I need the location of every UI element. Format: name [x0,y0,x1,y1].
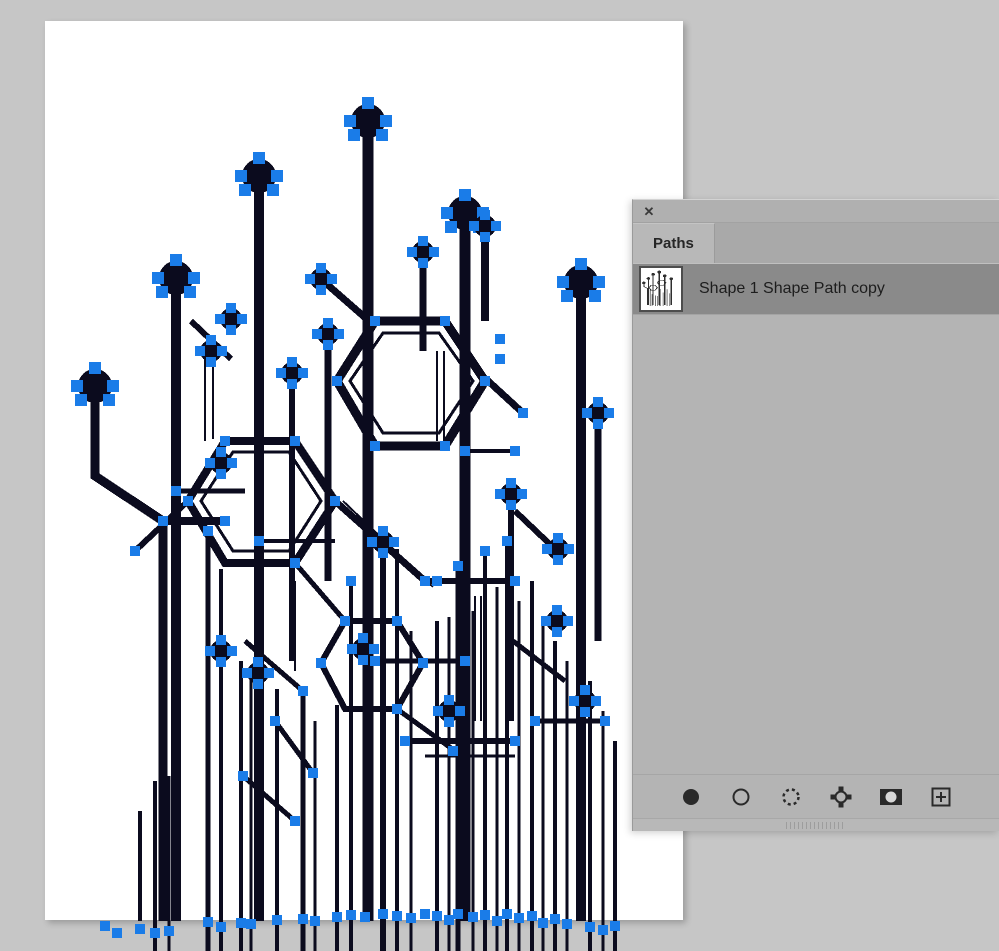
path-artwork [71,97,620,951]
paths-panel: ✕ Paths Shape 1 Shape Path copy [632,199,999,831]
circle-outline-icon [732,788,750,806]
mask-icon [880,789,902,805]
add-layer-mask-button[interactable] [879,785,903,809]
close-icon[interactable]: ✕ [641,203,657,219]
path-list-item-label: Shape 1 Shape Path copy [699,280,885,297]
path-list-item[interactable]: Shape 1 Shape Path copy [633,263,999,315]
tab-paths-label: Paths [653,235,694,252]
fill-path-button[interactable] [679,785,703,809]
anchor-points-icon [830,786,852,808]
stroke-path-button[interactable] [729,785,753,809]
grip-marks-icon [786,821,846,829]
filled-circle-icon [683,789,699,805]
panel-titlebar: ✕ [633,200,999,223]
path-thumbnail [639,266,683,312]
create-new-path-button[interactable] [929,785,953,809]
tab-paths[interactable]: Paths [633,223,715,263]
make-work-path-button[interactable] [829,785,853,809]
paths-list[interactable]: Shape 1 Shape Path copy [633,263,999,775]
dashed-circle-icon [782,788,800,806]
plus-square-icon [931,787,951,807]
load-path-as-selection-button[interactable] [779,785,803,809]
panel-tab-strip: Paths [633,223,999,264]
paths-panel-footer [633,774,999,819]
panel-resize-grip[interactable] [633,818,999,831]
